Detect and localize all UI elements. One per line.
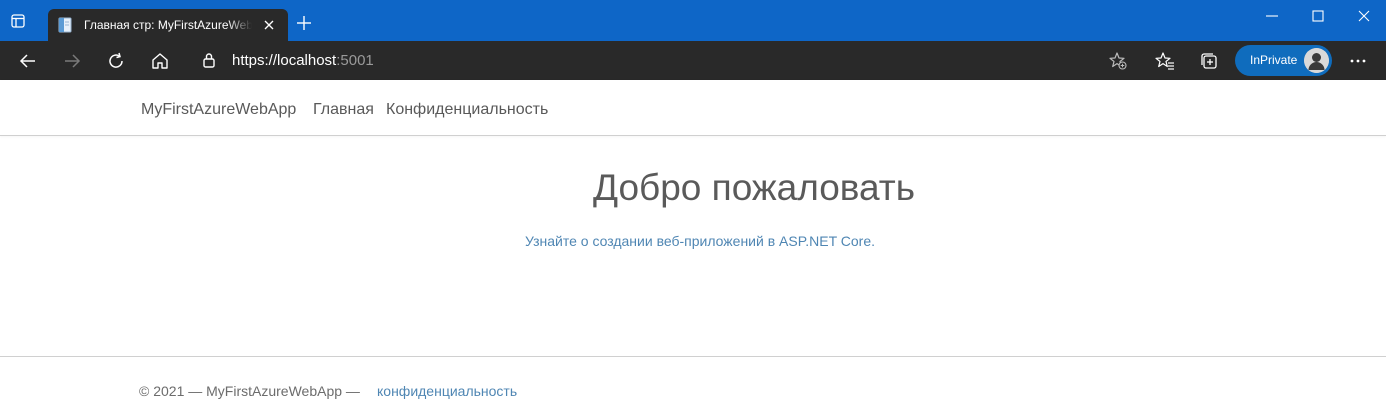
new-tab-plus-icon[interactable] — [296, 15, 312, 31]
favorites-icon[interactable] — [1155, 51, 1175, 71]
nav-link-home[interactable]: Главная — [313, 100, 374, 120]
arrow-left-icon[interactable] — [18, 51, 38, 71]
site-footer: © 2021 — MyFirstAzureWebApp — конфиденци… — [0, 356, 1386, 418]
browser-title-bar: Главная стр: MyFirstAzureWebApp — [0, 0, 1386, 41]
close-tab-icon[interactable] — [262, 18, 276, 32]
site-navbar: MyFirstAzureWebApp Главная Конфиденциаль… — [0, 80, 1386, 136]
nav-brand-link[interactable]: MyFirstAzureWebApp — [141, 100, 296, 120]
web-page: MyFirstAzureWebApp Главная Конфиденциаль… — [0, 80, 1386, 418]
learn-aspnet-link[interactable]: Узнайте о создании веб-приложений в ASP.… — [525, 233, 875, 249]
star-plus-icon[interactable] — [1108, 51, 1128, 71]
tab-title: Главная стр: MyFirstAzureWebApp — [84, 18, 252, 32]
arrow-right-icon[interactable] — [62, 51, 82, 71]
address-bar-url[interactable]: https://localhost:5001 — [232, 51, 374, 71]
reload-icon[interactable] — [106, 51, 126, 71]
browser-toolbar: https://localhost:5001 InPrivate — [0, 41, 1386, 80]
collections-icon[interactable] — [1199, 51, 1219, 71]
inprivate-label: InPrivate — [1250, 53, 1298, 67]
home-icon[interactable] — [150, 51, 170, 71]
avatar-icon — [1304, 48, 1329, 73]
footer-copyright: © 2021 — MyFirstAzureWebApp — — [139, 383, 360, 399]
maximize-icon[interactable] — [1310, 8, 1326, 24]
tab-actions-icon[interactable] — [10, 13, 26, 29]
close-window-icon[interactable] — [1356, 8, 1372, 24]
inprivate-profile-button[interactable]: InPrivate — [1235, 45, 1332, 76]
page-heading: Добро пожаловать — [592, 167, 915, 208]
browser-tab-active[interactable]: Главная стр: MyFirstAzureWebApp — [48, 9, 288, 41]
minimize-icon[interactable] — [1264, 8, 1280, 24]
url-host: https://localhost — [232, 52, 337, 69]
nav-link-privacy[interactable]: Конфиденциальность — [386, 100, 548, 120]
page-favicon-icon — [58, 17, 72, 33]
learn-paragraph: Узнайте о создании веб-приложений в ASP.… — [0, 232, 1386, 250]
url-port: :5001 — [336, 52, 374, 69]
footer-privacy-link[interactable]: конфиденциальность — [377, 381, 517, 401]
more-icon[interactable] — [1348, 51, 1368, 71]
lock-icon[interactable] — [201, 52, 217, 69]
